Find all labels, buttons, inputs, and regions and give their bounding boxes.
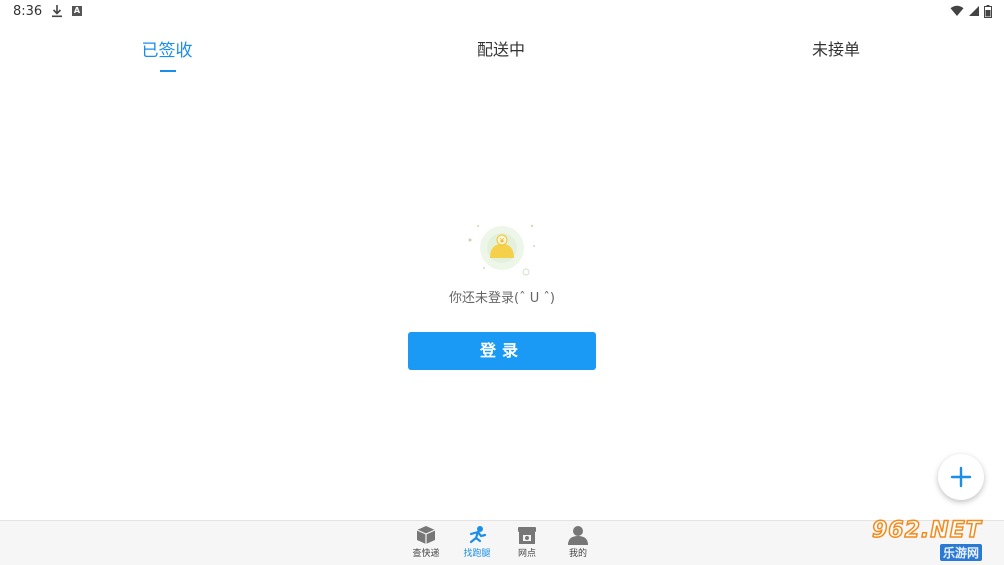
watermark-main: 962.NET — [871, 517, 982, 544]
a-notification-icon: A — [72, 6, 82, 16]
package-icon — [416, 526, 436, 544]
store-icon — [518, 527, 536, 544]
active-tab-indicator — [160, 70, 176, 72]
status-bar: 8:36 A — [0, 0, 1004, 24]
nav-item-outlets[interactable]: 网点 — [507, 525, 547, 559]
download-icon — [52, 5, 62, 18]
nav-item-errand[interactable]: 找跑腿 — [457, 525, 497, 559]
user-icon — [568, 526, 588, 545]
nav-label-outlets: 网点 — [517, 549, 536, 559]
tab-signed[interactable]: 已签收 — [67, 36, 267, 61]
tab-unaccepted[interactable]: 未接单 — [736, 36, 936, 60]
nav-label-errand: 找跑腿 — [463, 549, 491, 559]
tab-delivering[interactable]: 配送中 — [401, 36, 601, 60]
add-fab-button[interactable] — [938, 454, 984, 500]
wifi-icon — [950, 5, 964, 16]
watermark-logo: 962.NET 乐游网 — [866, 517, 1000, 562]
not-logged-in-illustration: ¥ — [468, 224, 535, 276]
nav-item-profile[interactable]: 我的 — [558, 525, 598, 559]
nav-label-track-package: 查快递 — [412, 549, 440, 559]
bottom-nav: 查快递 找跑腿 网点 我的 — [0, 520, 1004, 565]
battery-icon — [984, 4, 992, 18]
watermark-sub: 乐游网 — [940, 544, 983, 561]
nav-item-track-package[interactable]: 查快递 — [406, 525, 446, 559]
signal-icon — [969, 6, 979, 16]
nav-label-profile: 我的 — [568, 549, 587, 559]
plus-icon — [950, 466, 972, 488]
not-logged-in-message: 你还未登录(ˆ U ˆ) — [449, 291, 555, 306]
top-tabs: 已签收 配送中 未接单 — [0, 30, 1004, 80]
login-button[interactable]: 登录 — [408, 332, 596, 370]
status-right-icons — [950, 4, 992, 18]
svg-text:¥: ¥ — [500, 237, 505, 245]
runner-icon — [469, 526, 487, 544]
status-time: 8:36 — [13, 4, 43, 19]
